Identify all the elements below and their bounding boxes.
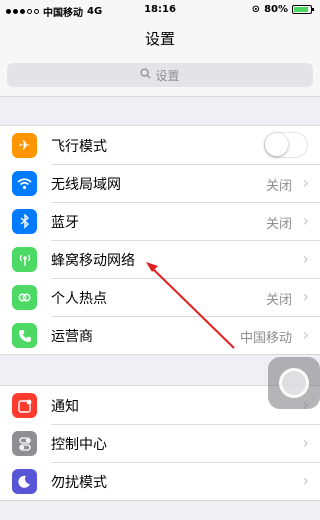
hotspot-icon	[12, 285, 37, 310]
status-bar: 中国移动 4G 18:16 ⊙ 80%	[0, 0, 320, 20]
navigation-bar: 设置	[0, 20, 320, 60]
chevron-right-icon: ›	[302, 471, 309, 490]
row-cellular[interactable]: 蜂窝移动网络 ›	[0, 240, 320, 278]
row-label: 控制中心	[51, 437, 107, 453]
chevron-right-icon: ›	[302, 287, 309, 306]
row-label: 蜂窝移动网络	[51, 253, 135, 269]
page-title: 设置	[144, 30, 175, 48]
row-wifi[interactable]: 无线局域网 关闭 ›	[0, 164, 320, 202]
battery-percent: 80%	[264, 4, 288, 15]
assistive-touch-icon	[279, 368, 309, 398]
row-label: 勿扰模式	[51, 475, 107, 491]
search-icon	[140, 68, 152, 82]
row-airplane-mode[interactable]: ✈ 飞行模式	[0, 126, 320, 164]
row-carrier[interactable]: 运营商 中国移动 ›	[0, 316, 320, 354]
airplane-mode-toggle[interactable]	[264, 132, 308, 158]
row-value: 关闭	[265, 179, 292, 194]
chevron-right-icon: ›	[302, 211, 309, 230]
settings-group-connectivity: ✈ 飞行模式 无线局域网 关闭 › 蓝牙 关闭 › 蜂窝移动网络 › 个人热点 …	[0, 125, 320, 355]
row-value: 中国移动	[239, 331, 292, 346]
search-placeholder: 设置	[155, 68, 180, 83]
bluetooth-icon	[12, 209, 37, 234]
chevron-right-icon: ›	[302, 173, 309, 192]
orientation-lock-icon: ⊙	[251, 4, 261, 15]
row-label: 蓝牙	[51, 215, 79, 231]
chevron-right-icon: ›	[302, 433, 309, 452]
battery-icon	[292, 5, 314, 14]
row-label: 飞行模式	[51, 139, 107, 155]
row-label: 个人热点	[51, 291, 107, 307]
notifications-icon	[12, 393, 37, 418]
moon-icon	[12, 469, 37, 494]
wifi-icon	[12, 171, 37, 196]
control-center-icon	[12, 431, 37, 456]
row-bluetooth[interactable]: 蓝牙 关闭 ›	[0, 202, 320, 240]
row-label: 运营商	[51, 329, 93, 345]
row-label: 无线局域网	[51, 177, 121, 193]
row-do-not-disturb[interactable]: 勿扰模式 ›	[0, 462, 320, 500]
row-value: 关闭	[265, 217, 292, 232]
phone-icon	[12, 323, 37, 348]
status-right: ⊙ 80%	[251, 4, 314, 15]
chevron-right-icon: ›	[302, 249, 309, 268]
row-hotspot[interactable]: 个人热点 关闭 ›	[0, 278, 320, 316]
row-value: 关闭	[265, 293, 292, 308]
airplane-icon: ✈	[12, 133, 37, 158]
search-area: 设置	[0, 56, 320, 97]
assistive-touch-button[interactable]	[268, 357, 320, 409]
row-control-center[interactable]: 控制中心 ›	[0, 424, 320, 462]
cellular-icon	[12, 247, 37, 272]
row-label: 通知	[51, 399, 79, 415]
chevron-right-icon: ›	[302, 325, 309, 344]
search-input[interactable]: 设置	[7, 63, 313, 87]
